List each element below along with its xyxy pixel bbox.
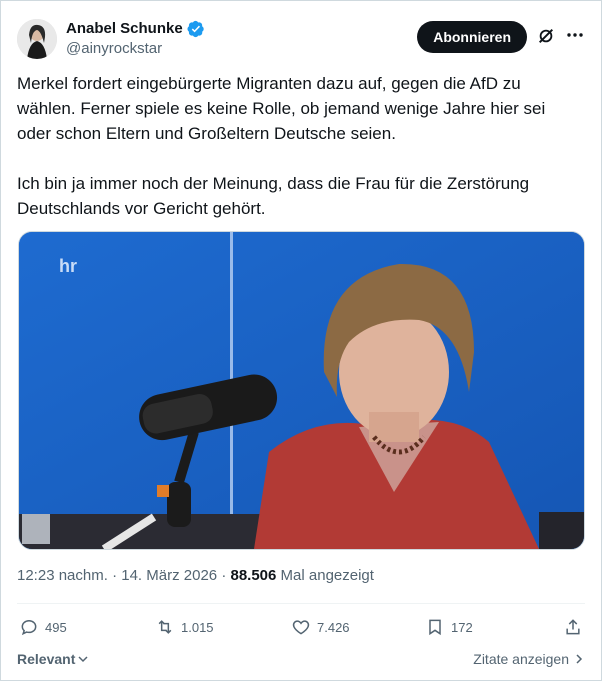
tweet-text: Merkel fordert eingebürgerte Migranten d… <box>17 71 583 246</box>
tweet-paragraph: Ich bin ja immer noch der Meinung, dass … <box>17 174 530 218</box>
like-button[interactable]: 7.426 <box>291 617 350 637</box>
subscribe-button[interactable]: Abonnieren <box>417 21 527 53</box>
grok-icon[interactable] <box>537 27 555 45</box>
display-name-row[interactable]: Anabel Schunke <box>66 19 205 38</box>
tweet-time[interactable]: 12:23 nachm. <box>17 567 108 584</box>
share-icon <box>566 619 580 635</box>
reply-count: 495 <box>45 619 67 635</box>
tweet-card: Anabel Schunke @ainyrockstar Abonnieren … <box>0 0 602 681</box>
reply-footer: Relevant Zitate anzeigen <box>17 651 585 671</box>
heart-icon <box>292 620 310 635</box>
display-name[interactable]: Anabel Schunke <box>66 19 183 38</box>
reply-button[interactable]: 495 <box>19 617 67 637</box>
repost-icon <box>158 620 172 634</box>
chevron-down-icon <box>78 656 88 663</box>
bookmark-icon <box>429 619 441 636</box>
bookmark-button[interactable]: 172 <box>425 617 473 637</box>
video-thumbnail: hr <box>19 232 584 549</box>
author-names: Anabel Schunke @ainyrockstar <box>66 19 205 58</box>
chevron-right-icon <box>576 654 583 664</box>
avatar-image <box>17 19 57 59</box>
reply-icon <box>21 619 37 636</box>
channel-logo: hr <box>59 256 77 276</box>
verified-badge-icon <box>187 20 204 37</box>
view-count: 88.506 <box>230 567 277 584</box>
more-options-icon[interactable] <box>565 25 585 45</box>
avatar[interactable] <box>17 19 57 59</box>
tweet-meta: 12:23 nachm. · 14. März 2026 · 88.506 Ma… <box>17 567 374 584</box>
meta-separator: · <box>107 567 122 584</box>
tweet-header: Anabel Schunke @ainyrockstar Abonnieren <box>17 17 585 61</box>
video-media[interactable]: hr <box>18 231 585 550</box>
repost-button[interactable]: 1.015 <box>155 617 214 637</box>
handle[interactable]: @ainyrockstar <box>66 39 205 58</box>
quotes-label: Zitate anzeigen <box>473 651 569 667</box>
views-suffix: Mal angezeigt <box>280 567 374 584</box>
view-quotes-link[interactable]: Zitate anzeigen <box>473 651 585 667</box>
action-bar: 495 1.015 7.426 172 <box>17 617 585 641</box>
repost-count: 1.015 <box>181 619 214 635</box>
divider <box>17 603 585 604</box>
sort-dropdown[interactable]: Relevant <box>17 651 89 667</box>
tweet-date[interactable]: 14. März 2026 <box>121 567 217 584</box>
share-button[interactable] <box>563 617 583 637</box>
tweet-paragraph: Merkel fordert eingebürgerte Migranten d… <box>17 74 546 143</box>
bookmark-count: 172 <box>451 619 473 635</box>
sort-label: Relevant <box>17 651 76 667</box>
like-count: 7.426 <box>317 619 350 635</box>
